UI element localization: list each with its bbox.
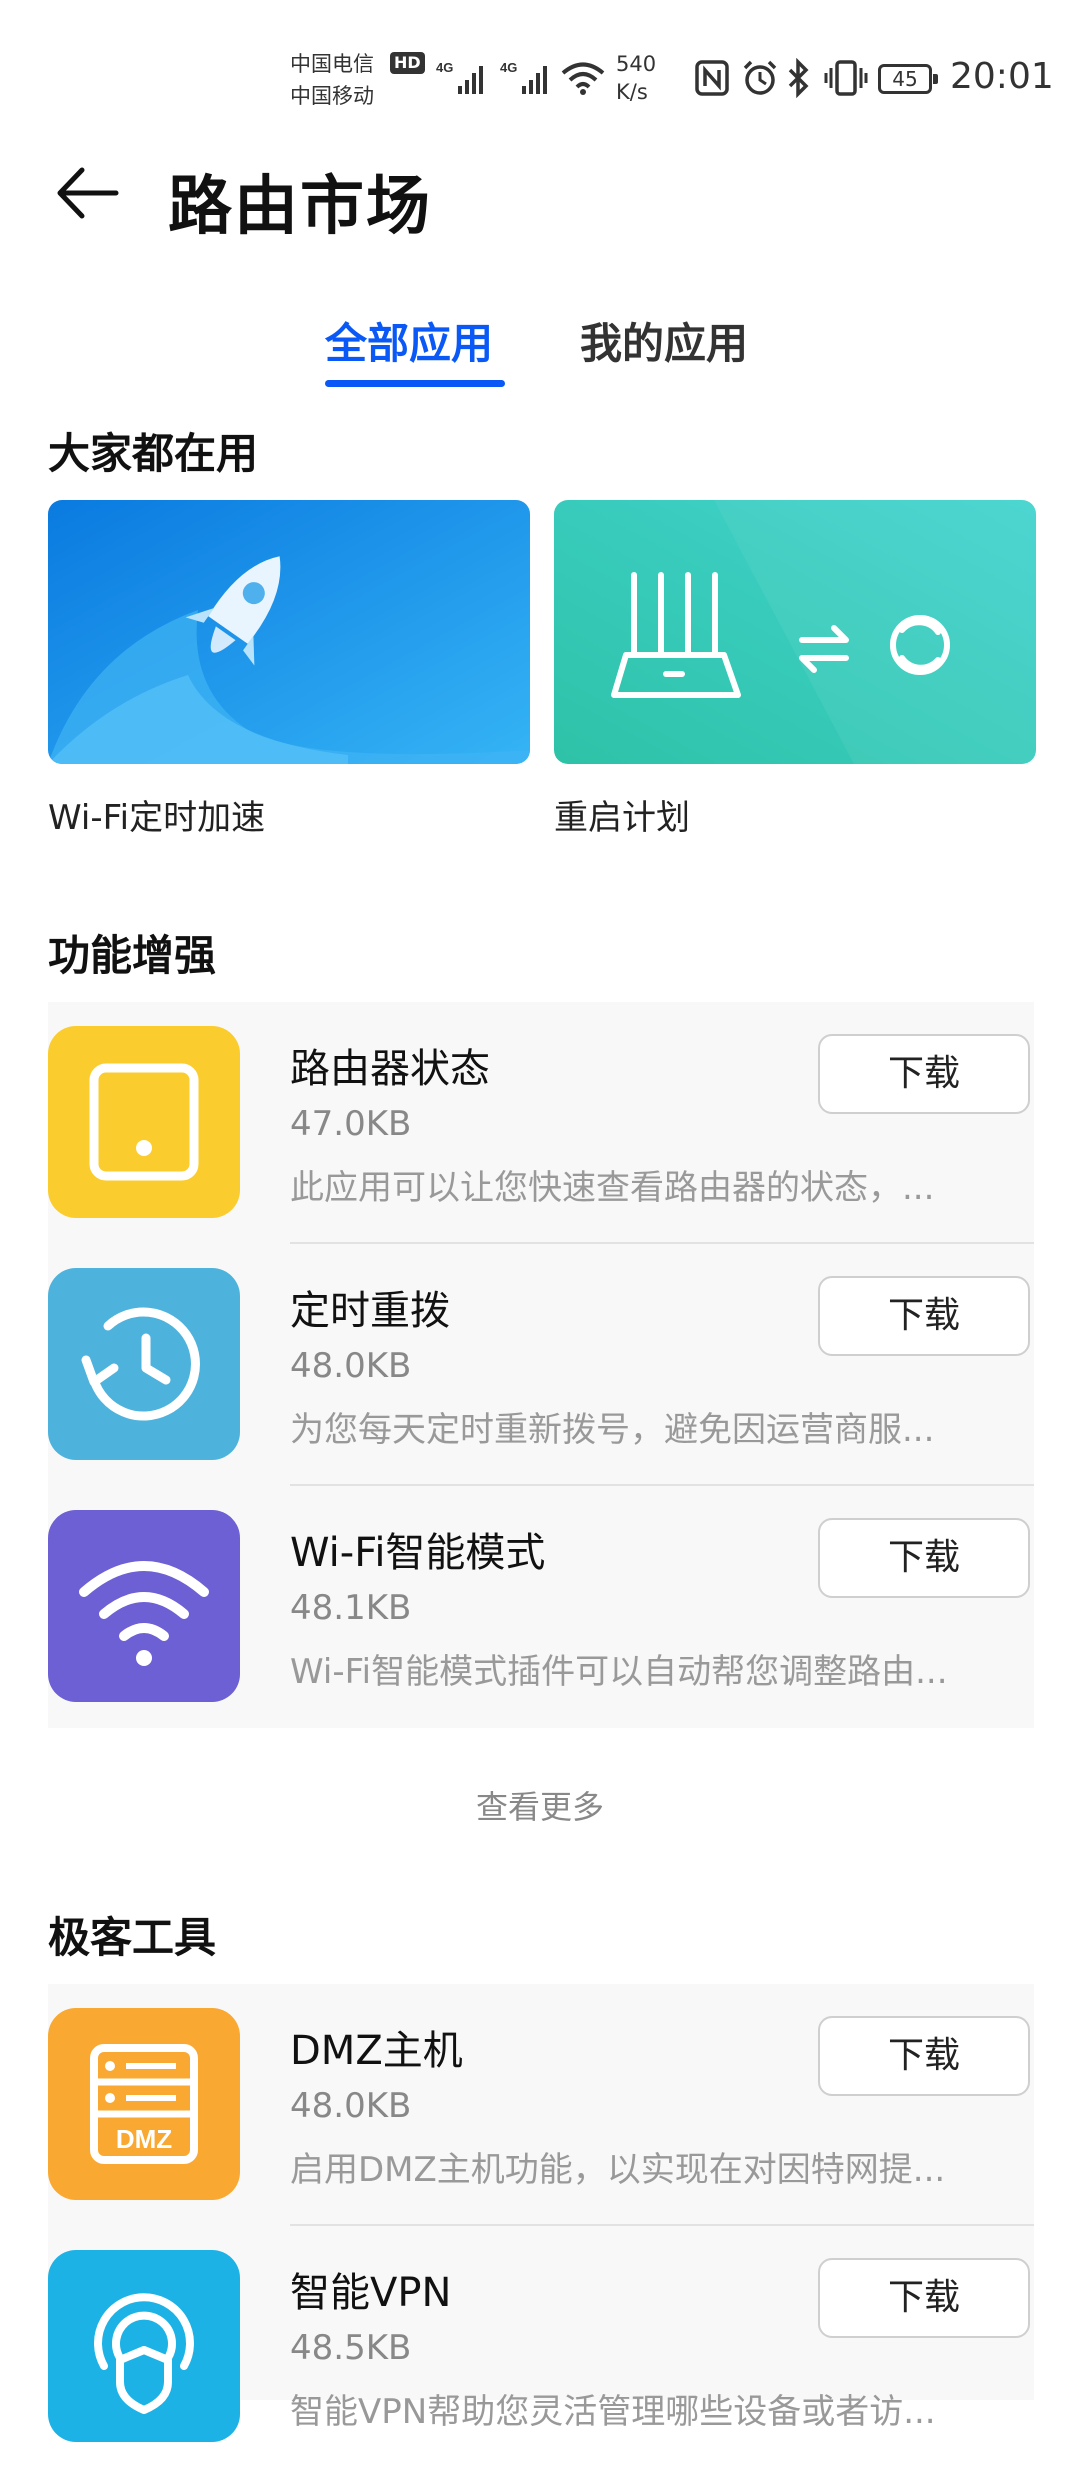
- router-status-icon: [48, 1026, 240, 1218]
- clock: 20:01: [950, 56, 1054, 97]
- app-size: 48.0KB: [290, 1346, 412, 1386]
- app-list-geek: DMZ DMZ主机 48.0KB 启用DMZ主机功能，以实现在对因特网提... …: [48, 1984, 1034, 2442]
- network-type-2: 4G: [500, 60, 517, 75]
- section-title-geek: 极客工具: [48, 1913, 217, 1962]
- banner-wifi-speedup[interactable]: [48, 500, 530, 764]
- signal-2-icon: 4G: [500, 60, 547, 94]
- rocket-icon: [48, 500, 530, 764]
- app-desc: 为您每天定时重新拨号，避免因运营商服...: [290, 1410, 935, 1450]
- nfc-icon: [695, 60, 729, 96]
- list-item-wifi-smart-mode[interactable]: Wi-Fi智能模式 48.1KB Wi-Fi智能模式插件可以自动帮您调整路由..…: [48, 1486, 1034, 1728]
- dmz-server-icon: DMZ: [48, 2008, 240, 2200]
- list-item-smart-vpn[interactable]: 智能VPN 48.5KB 智能VPN帮助您灵活管理哪些设备或者访... 下载: [48, 2226, 1034, 2468]
- alarm-icon: [743, 60, 777, 95]
- app-size: 47.0KB: [290, 1104, 412, 1144]
- speed-value: 540: [616, 52, 657, 76]
- app-name: 路由器状态: [290, 1046, 490, 1092]
- download-button[interactable]: 下载: [818, 1518, 1030, 1598]
- app-name: DMZ主机: [290, 2028, 463, 2074]
- bluetooth-icon: [788, 58, 809, 98]
- app-desc: Wi-Fi智能模式插件可以自动帮您调整路由...: [290, 1652, 948, 1692]
- banner-restart-plan[interactable]: [554, 500, 1036, 764]
- section-title-enhance: 功能增强: [48, 931, 217, 980]
- wifi-status-icon: [561, 62, 605, 95]
- download-button[interactable]: 下载: [818, 2258, 1030, 2338]
- vpn-shield-icon: [48, 2250, 240, 2442]
- signal-1-icon: 4G: [436, 60, 483, 94]
- banner-label-restart-plan: 重启计划: [554, 798, 690, 838]
- app-size: 48.1KB: [290, 1588, 412, 1628]
- view-more-link[interactable]: 查看更多: [0, 1782, 1080, 1828]
- carrier-info: 中国电信 中国移动: [290, 48, 374, 112]
- app-desc: 此应用可以让您快速查看路由器的状态，...: [290, 1168, 935, 1208]
- app-size: 48.0KB: [290, 2086, 412, 2126]
- carrier-1: 中国电信: [290, 52, 374, 76]
- app-size: 48.5KB: [290, 2328, 412, 2368]
- clock-redial-icon: [48, 1268, 240, 1460]
- tab-indicator: [325, 380, 505, 387]
- back-arrow-icon[interactable]: [52, 158, 122, 228]
- app-name: Wi-Fi智能模式: [290, 1530, 546, 1576]
- list-item-dmz-host[interactable]: DMZ DMZ主机 48.0KB 启用DMZ主机功能，以实现在对因特网提... …: [48, 1984, 1034, 2226]
- status-bar: 中国电信 中国移动 HD 4G 4G 540 K/s 45 20:01: [0, 0, 1080, 150]
- network-type-1: 4G: [436, 60, 453, 75]
- app-name: 定时重拨: [290, 1288, 450, 1334]
- download-button[interactable]: 下载: [818, 1034, 1030, 1114]
- download-button[interactable]: 下载: [818, 1276, 1030, 1356]
- router-restart-icon: [554, 500, 1036, 764]
- app-name: 智能VPN: [290, 2270, 452, 2316]
- page-title: 路由市场: [168, 170, 432, 244]
- vibrate-icon: [824, 60, 868, 96]
- wifi-icon: [48, 1510, 240, 1702]
- tab-all-apps[interactable]: 全部应用: [325, 310, 493, 371]
- carrier-2: 中国移动: [290, 84, 374, 108]
- dmz-icon-text: DMZ: [116, 2124, 172, 2154]
- list-item-router-status[interactable]: 路由器状态 47.0KB 此应用可以让您快速查看路由器的状态，... 下载: [48, 1002, 1034, 1244]
- banner-label-wifi-speedup: Wi-Fi定时加速: [48, 798, 266, 838]
- speed-unit: K/s: [616, 80, 648, 104]
- app-list-enhance: 路由器状态 47.0KB 此应用可以让您快速查看路由器的状态，... 下载 定时…: [48, 1002, 1034, 1728]
- app-desc: 启用DMZ主机功能，以实现在对因特网提...: [290, 2150, 946, 2190]
- list-item-timed-redial[interactable]: 定时重拨 48.0KB 为您每天定时重新拨号，避免因运营商服... 下载: [48, 1244, 1034, 1486]
- app-desc: 智能VPN帮助您灵活管理哪些设备或者访...: [290, 2392, 936, 2432]
- network-speed: 540 K/s: [616, 50, 656, 106]
- hd-badge: HD: [390, 52, 425, 74]
- battery-indicator: 45: [878, 64, 938, 94]
- section-title-popular: 大家都在用: [48, 429, 259, 478]
- tab-my-apps[interactable]: 我的应用: [580, 310, 748, 371]
- download-button[interactable]: 下载: [818, 2016, 1030, 2096]
